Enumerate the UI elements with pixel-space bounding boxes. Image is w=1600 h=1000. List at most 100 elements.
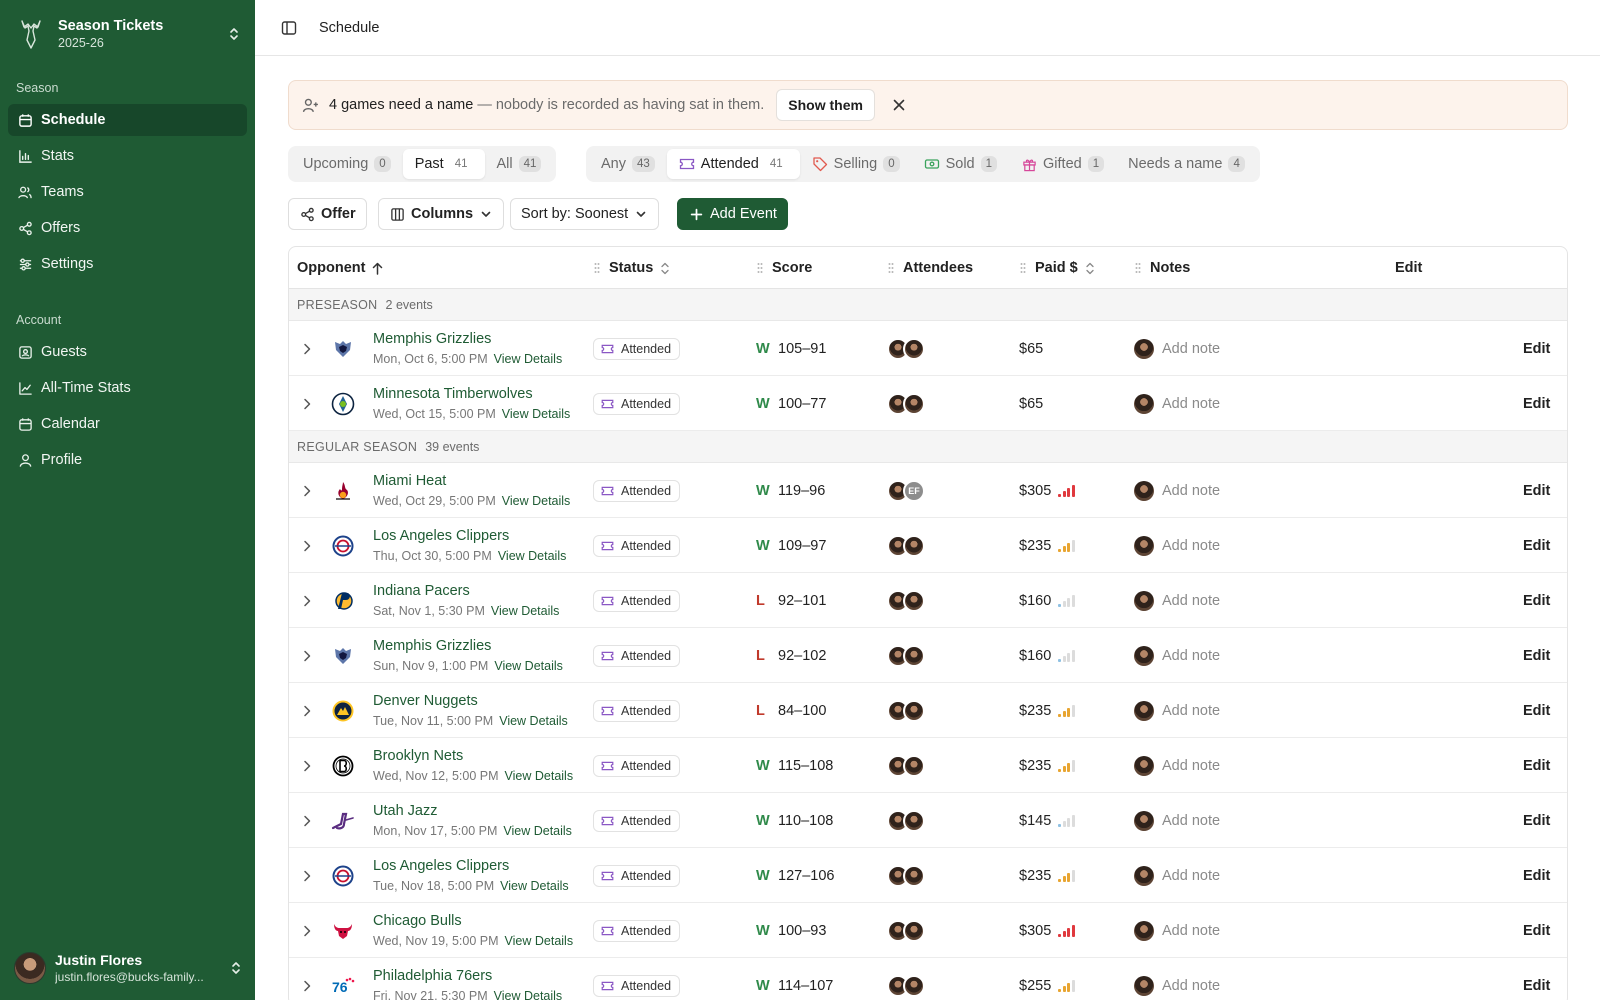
add-note-placeholder[interactable]: Add note [1162,758,1220,774]
notes-cell[interactable]: Add note [1134,518,1220,573]
chevron-right-icon[interactable] [299,321,315,376]
notes-cell[interactable]: Add note [1134,573,1220,628]
sidebar-item-settings[interactable]: Settings [8,248,247,280]
add-note-placeholder[interactable]: Add note [1162,868,1220,884]
opponent-name[interactable]: Utah Jazz [373,802,437,820]
attendee-avatar-initials[interactable]: EF [903,479,925,502]
attendee-avatar[interactable] [903,644,925,667]
chevron-right-icon[interactable] [299,463,315,518]
add-note-placeholder[interactable]: Add note [1162,813,1220,829]
view-details-link[interactable]: View Details [494,659,563,673]
chevron-right-icon[interactable] [299,793,315,848]
chevron-right-icon[interactable] [299,958,315,1000]
edit-button[interactable]: Edit [1523,903,1550,958]
status-badge[interactable]: Attended [593,479,681,502]
add-note-placeholder[interactable]: Add note [1162,593,1220,609]
notes-cell[interactable]: Add note [1134,793,1220,848]
tab-all[interactable]: All 41 [485,149,554,179]
add-note-placeholder[interactable]: Add note [1162,703,1220,719]
opponent-name[interactable]: Memphis Grizzlies [373,637,491,655]
attendee-avatar[interactable] [903,919,925,942]
status-badge[interactable]: Attended [593,392,681,415]
opponent-name[interactable]: Memphis Grizzlies [373,330,491,348]
opponent-name[interactable]: Minnesota Timberwolves [373,385,533,403]
chevron-right-icon[interactable] [299,628,315,683]
view-details-link[interactable]: View Details [499,714,568,728]
notes-cell[interactable]: Add note [1134,958,1220,1000]
chevron-right-icon[interactable] [299,848,315,903]
drag-handle-icon[interactable] [756,261,764,275]
attendee-avatar[interactable] [903,864,925,887]
add-note-placeholder[interactable]: Add note [1162,483,1220,499]
status-badge[interactable]: Attended [593,337,681,360]
edit-button[interactable]: Edit [1523,793,1550,848]
add-note-placeholder[interactable]: Add note [1162,978,1220,994]
add-note-placeholder[interactable]: Add note [1162,341,1220,357]
opponent-name[interactable]: Philadelphia 76ers [373,967,492,985]
add-note-placeholder[interactable]: Add note [1162,648,1220,664]
sidebar-item-profile[interactable]: Profile [8,444,247,476]
status-badge[interactable]: Attended [593,919,681,942]
notes-cell[interactable]: Add note [1134,376,1220,431]
column-header-notes[interactable]: Notes [1134,247,1190,289]
season-switcher[interactable]: Season Tickets 2025-26 [14,12,242,56]
view-details-link[interactable]: View Details [494,352,563,366]
view-details-link[interactable]: View Details [505,934,574,948]
notes-cell[interactable]: Add note [1134,628,1220,683]
opponent-name[interactable]: Denver Nuggets [373,692,478,710]
attendee-avatar[interactable] [903,809,925,832]
attendee-avatar[interactable] [903,974,925,997]
edit-button[interactable]: Edit [1523,738,1550,793]
drag-handle-icon[interactable] [887,261,895,275]
view-details-link[interactable]: View Details [503,824,572,838]
opponent-name[interactable]: Chicago Bulls [373,912,462,930]
view-details-link[interactable]: View Details [494,989,563,1000]
attendee-avatar[interactable] [903,699,925,722]
drag-handle-icon[interactable] [1134,261,1142,275]
status-badge[interactable]: Attended [593,534,681,557]
tab-attended[interactable]: Attended 41 [666,149,800,179]
column-header-paid[interactable]: Paid $ [1019,247,1096,289]
view-details-link[interactable]: View Details [500,879,569,893]
edit-button[interactable]: Edit [1523,573,1550,628]
chevron-right-icon[interactable] [299,573,315,628]
drag-handle-icon[interactable] [593,261,601,275]
attendee-avatar[interactable] [903,392,925,415]
chevron-right-icon[interactable] [299,376,315,431]
tab-any[interactable]: Any 43 [589,149,667,179]
status-badge[interactable]: Attended [593,589,681,612]
sidebar-item-all-time-stats[interactable]: All-Time Stats [8,372,247,404]
sidebar-toggle-icon[interactable] [275,14,303,42]
attendee-avatar[interactable] [903,589,925,612]
view-details-link[interactable]: View Details [498,549,567,563]
chevron-right-icon[interactable] [299,738,315,793]
close-icon[interactable] [889,95,909,115]
tab-past[interactable]: Past 41 [402,149,485,179]
add-note-placeholder[interactable]: Add note [1162,396,1220,412]
notes-cell[interactable]: Add note [1134,903,1220,958]
chevron-right-icon[interactable] [299,683,315,738]
tab-sold[interactable]: Sold 1 [912,149,1009,179]
chevron-right-icon[interactable] [299,903,315,958]
edit-button[interactable]: Edit [1523,848,1550,903]
sidebar-item-offers[interactable]: Offers [8,212,247,244]
add-event-button[interactable]: Add Event [677,198,788,230]
tab-gifted[interactable]: Gifted 1 [1009,149,1116,179]
status-badge[interactable]: Attended [593,974,681,997]
tab-needs-a-name[interactable]: Needs a name 4 [1116,149,1257,179]
column-header-status[interactable]: Status [593,247,671,289]
opponent-name[interactable]: Los Angeles Clippers [373,527,509,545]
view-details-link[interactable]: View Details [502,407,571,421]
sort-dropdown[interactable]: Sort by: Soonest [510,198,660,230]
status-badge[interactable]: Attended [593,809,681,832]
status-badge[interactable]: Attended [593,699,681,722]
opponent-name[interactable]: Brooklyn Nets [373,747,463,765]
tab-selling[interactable]: Selling 0 [800,149,912,179]
columns-button[interactable]: Columns [378,198,505,230]
edit-button[interactable]: Edit [1523,958,1550,1000]
sidebar-item-stats[interactable]: Stats [8,140,247,172]
edit-button[interactable]: Edit [1523,518,1550,573]
opponent-name[interactable]: Indiana Pacers [373,582,470,600]
sidebar-item-guests[interactable]: Guests [8,336,247,368]
show-them-button[interactable]: Show them [776,89,875,121]
